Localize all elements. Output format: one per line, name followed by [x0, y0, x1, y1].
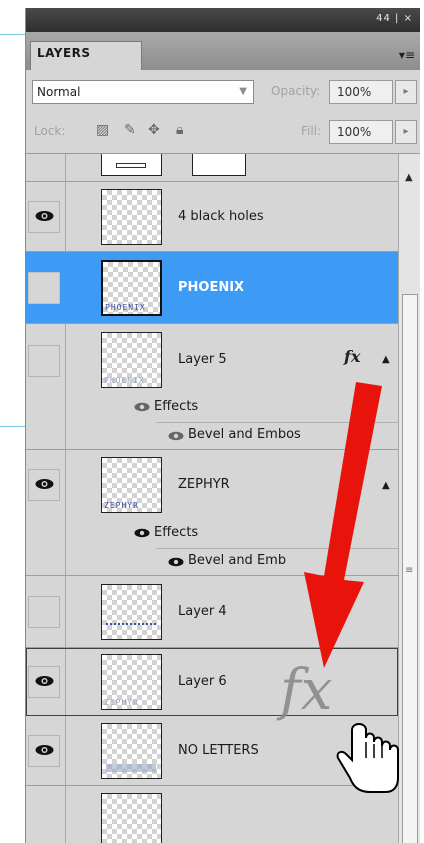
layer-row[interactable]: NO LETTERS	[26, 716, 398, 786]
panel-window-controls[interactable]: 44 | ×	[376, 13, 413, 24]
layer-thumbnail: PHOENIX	[101, 260, 162, 316]
layer-name[interactable]: Layer 5	[178, 352, 227, 367]
layer-name[interactable]: NO LETTERS	[178, 743, 259, 758]
layer-thumbnail: ZEPHYR	[101, 654, 162, 710]
eye-icon	[35, 745, 54, 755]
layer-row[interactable]	[26, 786, 398, 843]
stage: 44 | × LAYERS ▾≡ Normal ▼ Opacity: 100% …	[0, 0, 424, 843]
eye-icon	[35, 211, 54, 221]
layer-row[interactable]	[26, 154, 398, 182]
eye-icon	[35, 676, 54, 686]
layer-thumbnail	[101, 793, 162, 843]
layer-name[interactable]: Layer 4	[178, 604, 227, 619]
guide-line	[0, 426, 25, 427]
layer-row[interactable]: PHOENIX Layer 5 fx ▲	[26, 324, 398, 394]
effects-row[interactable]: Effects	[26, 394, 398, 422]
effects-row[interactable]: Effects	[26, 520, 398, 548]
scroll-up-arrow-icon[interactable]: ▲	[405, 172, 413, 183]
layer-thumbnail	[101, 189, 162, 245]
layer-thumbnail: PHOENIX	[101, 332, 162, 388]
visibility-toggle[interactable]	[28, 272, 60, 304]
thumbnail-text: PHOENIX	[105, 303, 146, 312]
visibility-toggle[interactable]	[28, 201, 60, 233]
layer-row[interactable]: 4 black holes	[26, 182, 398, 252]
layer-row-selected[interactable]: PHOENIX PHOENIX	[26, 252, 398, 324]
visibility-toggle[interactable]	[28, 735, 60, 767]
visibility-toggle[interactable]	[28, 345, 60, 377]
scrollbar-thumb[interactable]: ≡	[402, 294, 418, 843]
layer-name[interactable]: 4 black holes	[178, 209, 264, 224]
effect-name: Bevel and Emb	[188, 553, 287, 568]
effect-name: Bevel and Embos	[188, 427, 301, 442]
layer-row-drop-target[interactable]: ZEPHYR Layer 6	[26, 648, 398, 716]
fill-label: Fill:	[301, 124, 322, 138]
eye-icon[interactable]	[168, 431, 184, 441]
lock-row: Lock: ▨ ✎ ✥ 🔒︎ Fill: 100% ▸	[26, 108, 420, 154]
layer-name[interactable]: PHOENIX	[178, 280, 244, 295]
collapse-effects-icon[interactable]: ▲	[382, 480, 390, 491]
thumbnail-text: ZEPHYR	[104, 698, 139, 707]
visibility-toggle[interactable]	[28, 596, 60, 628]
fill-field[interactable]: 100%	[329, 120, 393, 144]
visibility-toggle[interactable]	[28, 666, 60, 698]
layers-list: 4 black holes PHOENIX PHOENIX PHOENIX La…	[26, 154, 398, 843]
layer-thumbnail	[101, 584, 162, 640]
opacity-field[interactable]: 100%	[329, 80, 393, 104]
effects-label: Effects	[154, 399, 199, 414]
blend-row: Normal ▼ Opacity: 100% ▸	[26, 70, 420, 108]
opacity-label: Opacity:	[271, 84, 321, 98]
thumbnail-text: ZEPHYR	[104, 501, 139, 510]
thumbnail-shape	[106, 764, 156, 772]
thumbnail-text: PHOENIX	[104, 376, 145, 385]
blend-mode-value: Normal	[37, 85, 81, 99]
scroll-grip-icon: ≡	[405, 565, 414, 576]
visibility-toggle[interactable]	[28, 469, 60, 501]
dragged-fx-icon: fx	[280, 658, 333, 723]
blend-mode-select[interactable]: Normal ▼	[32, 80, 254, 104]
panel-titlebar: 44 | ×	[26, 8, 420, 32]
layer-name[interactable]: Layer 6	[178, 674, 227, 689]
thumbnail-shape	[106, 623, 156, 629]
layer-mask-thumbnail	[192, 154, 246, 176]
collapse-effects-icon[interactable]: ▲	[382, 354, 390, 365]
layer-thumbnail: ZEPHYR	[101, 457, 162, 513]
thumbnail-shape	[116, 163, 146, 168]
fill-slider-arrow[interactable]: ▸	[395, 120, 417, 144]
layers-panel: 44 | × LAYERS ▾≡ Normal ▼ Opacity: 100% …	[25, 8, 420, 843]
lock-transparent-icon[interactable]: ▨	[96, 122, 109, 138]
layer-row[interactable]: ZEPHYR ZEPHYR ▲	[26, 450, 398, 520]
lock-move-icon[interactable]: ✥	[148, 122, 160, 138]
lock-paint-icon[interactable]: ✎	[124, 122, 136, 138]
fx-icon[interactable]: fx	[344, 347, 360, 366]
eye-icon[interactable]	[134, 402, 150, 412]
panel-tabbar: LAYERS ▾≡	[26, 32, 420, 70]
opacity-slider-arrow[interactable]: ▸	[395, 80, 417, 104]
lock-all-icon[interactable]: 🔒︎	[176, 122, 183, 138]
eye-icon[interactable]	[168, 557, 184, 567]
lock-label: Lock:	[34, 124, 66, 138]
effects-label: Effects	[154, 525, 199, 540]
panel-menu-icon[interactable]: ▾≡	[399, 48, 415, 62]
guide-line	[0, 34, 25, 35]
chevron-down-icon: ▼	[239, 86, 247, 97]
layer-thumbnail	[101, 723, 162, 779]
eye-icon[interactable]	[134, 528, 150, 538]
layer-name[interactable]: ZEPHYR	[178, 477, 230, 492]
effect-item-row[interactable]: Bevel and Embos	[26, 422, 398, 450]
tab-layers[interactable]: LAYERS	[30, 41, 142, 70]
layers-scrollbar[interactable]: ▲ ≡	[398, 154, 420, 843]
eye-icon	[35, 479, 54, 489]
layer-row[interactable]: Layer 4	[26, 576, 398, 648]
layer-thumbnail	[101, 154, 162, 176]
effect-item-row[interactable]: Bevel and Emb	[26, 548, 398, 576]
